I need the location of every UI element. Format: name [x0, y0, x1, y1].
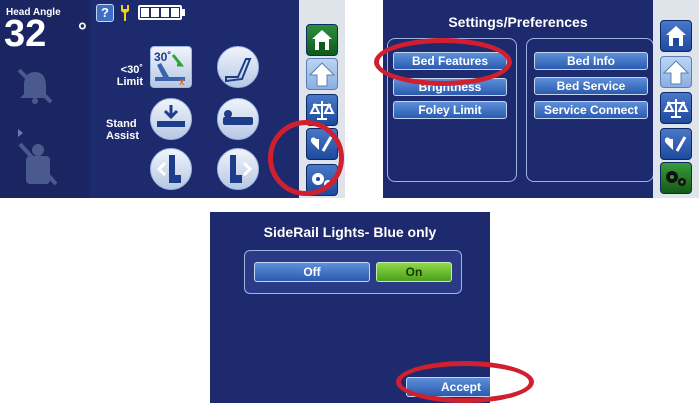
- flat-mode-button[interactable]: [217, 98, 259, 140]
- bed-incline-icon: x: [155, 54, 185, 87]
- heart-lung-button-2[interactable]: [660, 128, 692, 160]
- nav-sidebar-2: [653, 0, 699, 198]
- stand-assist-icon: [157, 105, 185, 127]
- stand-assist-label-line1: Stand: [106, 118, 137, 130]
- stand-assist-label-line2: Assist: [106, 130, 140, 142]
- svg-text:x: x: [179, 77, 185, 87]
- stand-assist-button[interactable]: [150, 98, 192, 140]
- bed-exit-muted-icon[interactable]: [16, 140, 60, 188]
- highlight-ring-bed-features: [374, 38, 512, 86]
- limit-label-line1: <30˚: [120, 64, 143, 76]
- limit-label-line2: Limit: [116, 76, 143, 88]
- bed-service-button[interactable]: Bed Service: [534, 77, 648, 95]
- service-connect-button[interactable]: Service Connect: [534, 101, 648, 119]
- help-button[interactable]: ?: [96, 4, 114, 22]
- highlight-ring-settings: [268, 120, 344, 196]
- expand-arrow-icon: [18, 129, 23, 137]
- head-angle-limit-tile[interactable]: 30˚ x: [150, 46, 192, 88]
- off-button[interactable]: Off: [254, 262, 370, 282]
- head-angle-value: 32: [4, 13, 47, 55]
- home-button-2[interactable]: [660, 20, 692, 52]
- highlight-ring-accept: [396, 361, 534, 403]
- siderail-left-icon: [156, 155, 181, 183]
- degree-symbol: °: [78, 18, 87, 43]
- arrow-up-icon: [662, 60, 690, 85]
- settings-title: Settings/Preferences: [448, 14, 588, 30]
- siderail-left-button[interactable]: [150, 148, 192, 190]
- chair-icon: [225, 58, 252, 83]
- settings-button-active[interactable]: [660, 162, 692, 194]
- home-icon: [666, 26, 686, 46]
- siderail-lights-title: SideRail Lights- Blue only: [263, 224, 437, 240]
- scale-button-2[interactable]: [660, 92, 692, 124]
- bed-info-button[interactable]: Bed Info: [534, 52, 648, 70]
- siderail-right-icon: [230, 155, 253, 183]
- scroll-up-button[interactable]: [306, 58, 338, 90]
- gear-icon: [666, 171, 686, 186]
- alarm-muted-icon[interactable]: [15, 66, 55, 106]
- home-icon: [312, 30, 332, 50]
- bed-flat-icon: [223, 110, 253, 125]
- scroll-up-button-2[interactable]: [660, 56, 692, 88]
- scale-icon: [663, 99, 689, 118]
- heart-lung-icon: [664, 136, 687, 152]
- arrow-up-icon: [308, 62, 336, 87]
- settings-screen-panel: Settings/Preferences Bed Features Bright…: [383, 0, 699, 198]
- foley-limit-button[interactable]: Foley Limit: [393, 101, 507, 119]
- battery-indicator: [138, 5, 182, 20]
- on-button[interactable]: On: [376, 262, 452, 282]
- chair-mode-button[interactable]: [217, 46, 259, 88]
- home-button[interactable]: [306, 24, 338, 56]
- battery-tip: [182, 9, 185, 16]
- wrench-icon[interactable]: [118, 4, 132, 22]
- siderail-right-button[interactable]: [217, 148, 259, 190]
